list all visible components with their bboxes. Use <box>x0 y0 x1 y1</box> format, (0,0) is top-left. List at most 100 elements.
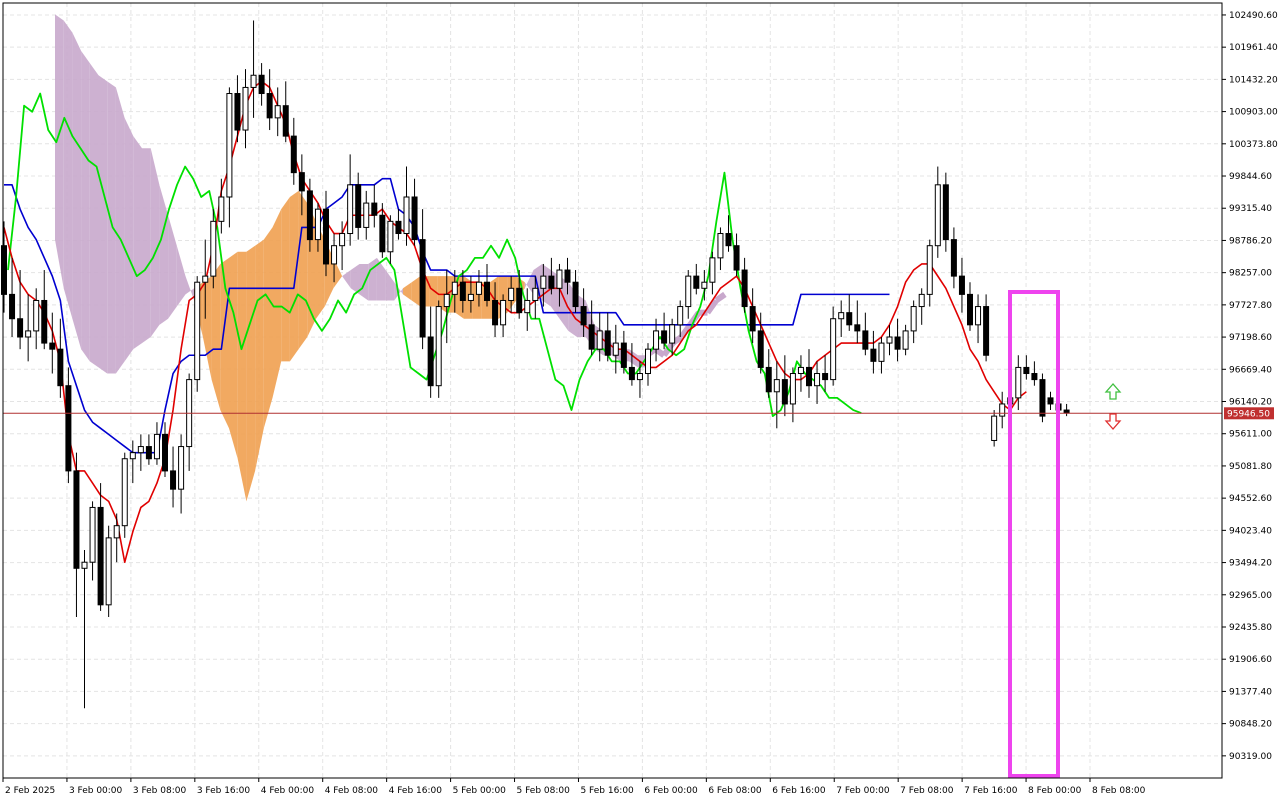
candle-bullish <box>814 373 821 387</box>
candle-bearish <box>725 233 732 247</box>
kumo-bearish-segment <box>115 87 125 374</box>
kumo-bullish-segment <box>411 276 421 307</box>
candle-bullish <box>999 403 1006 417</box>
candle-bearish <box>862 330 869 350</box>
kumo-bullish-segment <box>298 190 308 350</box>
x-tick-label: 4 Feb 00:00 <box>261 786 315 796</box>
kumo-bearish-segment <box>385 270 395 301</box>
y-tick-label: 94552.60 <box>1229 494 1272 504</box>
candle-bullish <box>129 452 136 460</box>
kumo-bullish-segment <box>237 251 247 502</box>
candle-bearish <box>822 373 829 381</box>
candle-bullish <box>33 299 40 332</box>
candle-bullish <box>596 330 603 350</box>
candle-bearish <box>97 506 104 606</box>
candle-bearish <box>765 366 772 393</box>
y-tick-label: 92965.00 <box>1229 591 1272 601</box>
candle-bullish <box>838 312 845 320</box>
x-tick-label: 6 Feb 00:00 <box>644 786 698 796</box>
x-tick-label: 3 Feb 00:00 <box>69 786 123 796</box>
candle-bullish <box>435 306 442 387</box>
y-tick-label: 90848.20 <box>1229 720 1272 730</box>
candle-bearish <box>1023 366 1030 375</box>
down-arrow-icon <box>1104 413 1122 430</box>
candle-bullish <box>612 342 619 356</box>
y-tick-label: 91377.40 <box>1229 687 1272 697</box>
y-tick-label: 90319.00 <box>1229 752 1272 762</box>
candle-bearish <box>411 196 418 241</box>
x-tick-label: 7 Feb 16:00 <box>964 786 1018 796</box>
candle-bullish <box>934 184 941 247</box>
kumo-bearish-segment <box>89 63 99 368</box>
candle-bullish <box>685 275 692 308</box>
candle-bearish <box>41 299 48 344</box>
ichimoku-chart[interactable]: 95946.50 102490.60 101961.40 101432.20 1009… <box>0 0 1280 800</box>
candle-bearish <box>484 281 490 301</box>
candle-bullish <box>105 537 112 606</box>
kumo-bullish-segment <box>289 190 299 362</box>
candle-bullish <box>210 220 217 277</box>
candle-bearish <box>57 348 64 387</box>
x-tick-label: 6 Feb 08:00 <box>708 786 762 796</box>
candle-bearish <box>162 433 168 472</box>
candle-bullish <box>363 202 370 228</box>
kumo-bearish-segment <box>63 20 73 319</box>
kumo-bullish-segment <box>281 196 290 362</box>
candle-bearish <box>65 385 72 472</box>
kumo-bearish-segment <box>133 136 142 350</box>
candle-bearish <box>145 446 152 460</box>
candle-bullish <box>331 245 338 265</box>
kumo-bullish-segment <box>263 227 273 429</box>
plot-frame <box>2 2 1223 779</box>
y-tick-label: 93494.20 <box>1229 559 1272 569</box>
kumo-bearish-segment <box>150 148 160 337</box>
candle-bearish <box>733 245 740 271</box>
candle-bullish <box>878 342 885 362</box>
candle-bearish <box>419 239 426 338</box>
candle-bearish <box>290 135 297 174</box>
candle-bullish <box>653 330 660 350</box>
candle-bearish <box>266 93 273 119</box>
candle-bullish <box>242 86 249 131</box>
y-tick-label: 101961.40 <box>1229 43 1278 53</box>
y-tick-label: 95081.80 <box>1229 462 1272 472</box>
kumo-bearish-segment <box>107 81 116 374</box>
candle-bearish <box>323 208 329 265</box>
x-tick-label: 5 Feb 08:00 <box>517 786 571 796</box>
candle-bullish <box>475 281 482 295</box>
y-tick-label: 94023.40 <box>1229 526 1272 536</box>
candle-bullish <box>789 373 796 405</box>
kumo-tail <box>714 291 727 303</box>
candle-bullish <box>636 373 643 381</box>
candle-bullish <box>926 245 933 295</box>
candle-bearish <box>870 348 877 362</box>
y-tick-label: 96669.40 <box>1229 365 1272 375</box>
candle-bearish <box>572 281 579 308</box>
kumo-bullish-segment <box>255 239 264 471</box>
x-tick-label: 8 Feb 08:00 <box>1092 786 1146 796</box>
axes: 102490.60 101961.40 101432.20 100903.00 1003… <box>2 2 1278 796</box>
chart-window: 95946.50 102490.60 101961.40 101432.20 1009… <box>0 0 1280 800</box>
candle-bearish <box>17 318 24 338</box>
candle-bearish <box>234 93 241 131</box>
candle-bullish <box>137 446 144 454</box>
candle-bullish <box>902 330 909 350</box>
candle-bullish <box>467 293 474 301</box>
kumo-bearish-segment <box>168 215 177 319</box>
x-tick-label: 3 Feb 16:00 <box>197 786 251 796</box>
y-tick-label: 96140.20 <box>1229 398 1272 408</box>
candle-bearish <box>1031 373 1038 381</box>
kumo-bearish-segment <box>368 257 377 301</box>
candle-bullish <box>443 293 450 308</box>
candle-bearish <box>427 336 434 387</box>
candle-bearish <box>846 312 853 326</box>
candle-bullish <box>975 306 982 326</box>
candle-bearish <box>983 306 990 356</box>
candle-bullish <box>532 287 539 301</box>
candle-bearish <box>958 275 965 295</box>
candles[interactable] <box>1 20 1070 709</box>
candle-bullish <box>153 433 160 460</box>
x-tick-label: 3 Feb 08:00 <box>133 786 187 796</box>
candle-bullish <box>524 299 531 314</box>
candle-bullish <box>339 233 346 247</box>
